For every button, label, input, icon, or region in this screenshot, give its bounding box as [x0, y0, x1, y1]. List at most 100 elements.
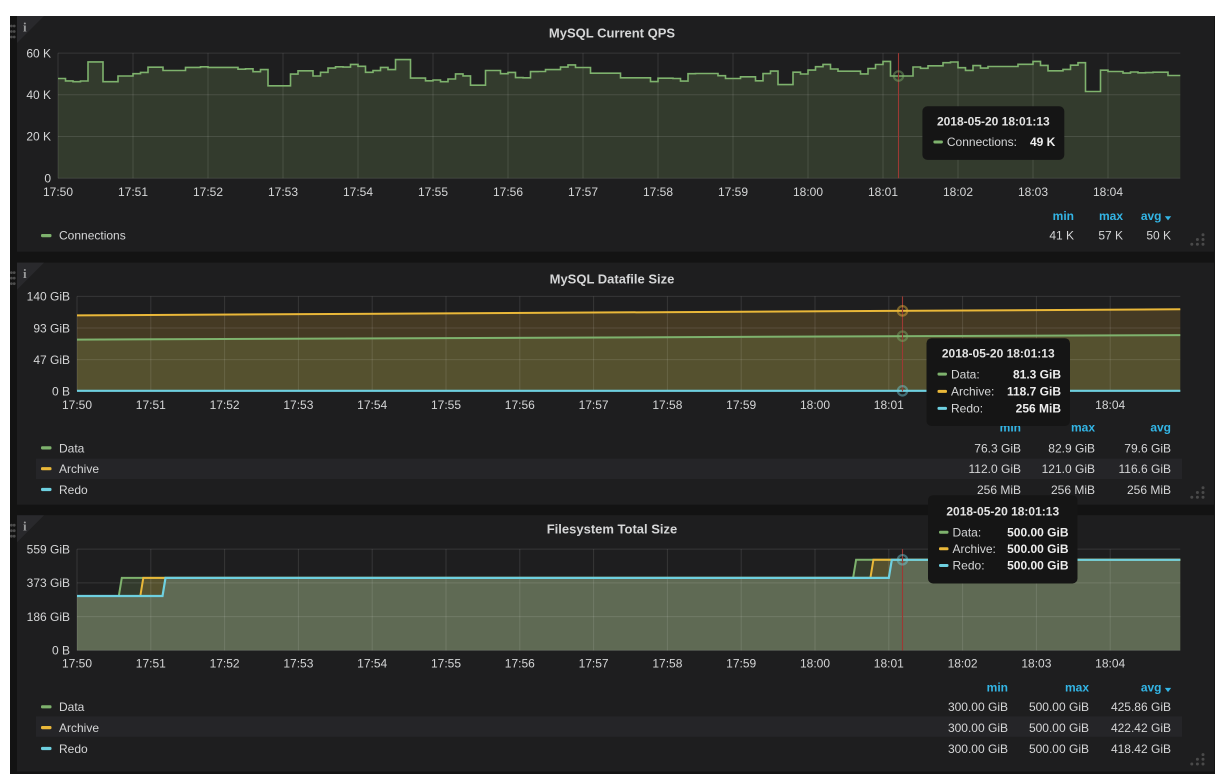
svg-text:Archive: Archive — [59, 721, 99, 735]
svg-text:17:53: 17:53 — [283, 398, 313, 412]
svg-text:500.00 GiB: 500.00 GiB — [1029, 721, 1089, 735]
svg-text:500.00 GiB: 500.00 GiB — [1029, 700, 1089, 714]
svg-text:18:00: 18:00 — [800, 398, 830, 412]
svg-text:425.86 GiB: 425.86 GiB — [1111, 700, 1171, 714]
svg-text:17:52: 17:52 — [210, 656, 240, 670]
svg-text:Connections: Connections — [59, 229, 126, 243]
svg-text:57 K: 57 K — [1098, 228, 1123, 242]
svg-text:256 MiB: 256 MiB — [1127, 483, 1171, 497]
svg-text:17:55: 17:55 — [431, 398, 461, 412]
svg-text:17:50: 17:50 — [62, 656, 92, 670]
svg-text:82.9 GiB: 82.9 GiB — [1048, 441, 1095, 455]
svg-text:Data: Data — [59, 700, 85, 714]
svg-text:18:04: 18:04 — [1095, 656, 1125, 670]
svg-text:MySQL Datafile Size: MySQL Datafile Size — [550, 271, 675, 286]
svg-text:422.42 GiB: 422.42 GiB — [1111, 721, 1171, 735]
svg-text:0: 0 — [44, 171, 51, 185]
svg-text:17:58: 17:58 — [652, 398, 682, 412]
svg-text:500.00 GiB: 500.00 GiB — [1007, 542, 1069, 556]
svg-text:Archive: Archive — [59, 462, 99, 476]
svg-text:112.0 GiB: 112.0 GiB — [969, 462, 1021, 476]
svg-text:20 K: 20 K — [26, 130, 51, 144]
svg-text:18:01: 18:01 — [868, 185, 898, 199]
svg-text:2018-05-20 18:01:13: 2018-05-20 18:01:13 — [937, 115, 1050, 129]
svg-text:18:00: 18:00 — [793, 185, 823, 199]
svg-text:Redo: Redo — [59, 483, 88, 497]
svg-text:max: max — [1065, 681, 1089, 695]
svg-text:76.3 GiB: 76.3 GiB — [974, 441, 1021, 455]
svg-text:17:50: 17:50 — [62, 398, 92, 412]
svg-text:18:02: 18:02 — [948, 656, 978, 670]
svg-text:17:54: 17:54 — [357, 656, 387, 670]
svg-text:Data:: Data: — [953, 525, 982, 539]
svg-text:300.00 GiB: 300.00 GiB — [948, 742, 1008, 756]
svg-text:17:58: 17:58 — [652, 656, 682, 670]
svg-text:Data: Data — [59, 441, 85, 455]
svg-text:17:55: 17:55 — [431, 656, 461, 670]
svg-text:17:56: 17:56 — [505, 398, 535, 412]
svg-text:Archive:: Archive: — [951, 385, 994, 399]
svg-text:i: i — [23, 266, 27, 281]
svg-text:256 MiB: 256 MiB — [1016, 402, 1062, 416]
svg-text:Redo:: Redo: — [951, 402, 983, 416]
svg-text:79.6 GiB: 79.6 GiB — [1124, 441, 1171, 455]
svg-text:avg: avg — [1141, 681, 1162, 695]
svg-text:Redo: Redo — [59, 742, 88, 756]
svg-text:300.00 GiB: 300.00 GiB — [948, 700, 1008, 714]
svg-text:17:57: 17:57 — [579, 656, 609, 670]
svg-text:121.0 GiB: 121.0 GiB — [1042, 462, 1095, 476]
svg-text:373 GiB: 373 GiB — [27, 576, 70, 590]
svg-text:Archive:: Archive: — [953, 542, 996, 556]
svg-text:500.00 GiB: 500.00 GiB — [1029, 742, 1089, 756]
svg-text:17:59: 17:59 — [726, 398, 756, 412]
svg-text:49 K: 49 K — [1030, 135, 1056, 149]
svg-text:418.42 GiB: 418.42 GiB — [1111, 742, 1171, 756]
svg-text:17:50: 17:50 — [43, 185, 73, 199]
svg-text:500.00 GiB: 500.00 GiB — [1007, 559, 1069, 573]
svg-text:300.00 GiB: 300.00 GiB — [948, 721, 1008, 735]
svg-text:i: i — [23, 20, 27, 35]
svg-text:18:04: 18:04 — [1095, 398, 1125, 412]
svg-text:17:59: 17:59 — [726, 656, 756, 670]
svg-text:max: max — [1099, 209, 1123, 223]
svg-text:17:51: 17:51 — [118, 185, 148, 199]
svg-text:17:52: 17:52 — [193, 185, 223, 199]
svg-text:avg: avg — [1141, 209, 1162, 223]
svg-text:0 B: 0 B — [52, 385, 70, 399]
svg-text:40 K: 40 K — [26, 88, 51, 102]
svg-text:18:00: 18:00 — [800, 656, 830, 670]
svg-text:559 GiB: 559 GiB — [27, 542, 70, 556]
svg-text:18:02: 18:02 — [943, 185, 973, 199]
svg-text:18:01: 18:01 — [874, 398, 904, 412]
svg-text:17:59: 17:59 — [718, 185, 748, 199]
svg-text:18:03: 18:03 — [1018, 185, 1048, 199]
svg-text:17:57: 17:57 — [579, 398, 609, 412]
svg-text:256 MiB: 256 MiB — [977, 483, 1021, 497]
svg-text:Filesystem Total Size: Filesystem Total Size — [547, 521, 678, 536]
svg-text:17:53: 17:53 — [268, 185, 298, 199]
svg-text:2018-05-20 18:01:13: 2018-05-20 18:01:13 — [942, 347, 1055, 361]
svg-text:93 GiB: 93 GiB — [33, 321, 70, 335]
svg-text:17:57: 17:57 — [568, 185, 598, 199]
svg-text:17:51: 17:51 — [136, 656, 166, 670]
svg-text:max: max — [1071, 421, 1095, 435]
svg-text:avg: avg — [1150, 421, 1171, 435]
svg-text:17:51: 17:51 — [136, 398, 166, 412]
svg-text:17:56: 17:56 — [493, 185, 523, 199]
svg-text:60 K: 60 K — [26, 46, 51, 60]
svg-text:17:58: 17:58 — [643, 185, 673, 199]
svg-text:17:54: 17:54 — [357, 398, 387, 412]
svg-text:116.6 GiB: 116.6 GiB — [1119, 462, 1171, 476]
svg-text:Redo:: Redo: — [953, 559, 985, 573]
svg-text:118.7 GiB: 118.7 GiB — [1007, 385, 1061, 399]
svg-text:140 GiB: 140 GiB — [27, 290, 70, 304]
svg-text:47 GiB: 47 GiB — [33, 353, 70, 367]
svg-text:18:04: 18:04 — [1093, 185, 1123, 199]
svg-text:17:56: 17:56 — [505, 656, 535, 670]
svg-text:min: min — [1053, 209, 1074, 223]
svg-text:256 MiB: 256 MiB — [1051, 483, 1095, 497]
svg-text:min: min — [987, 681, 1008, 695]
svg-text:MySQL Current QPS: MySQL Current QPS — [549, 26, 676, 41]
svg-text:17:54: 17:54 — [343, 185, 373, 199]
svg-text:18:03: 18:03 — [1021, 656, 1051, 670]
